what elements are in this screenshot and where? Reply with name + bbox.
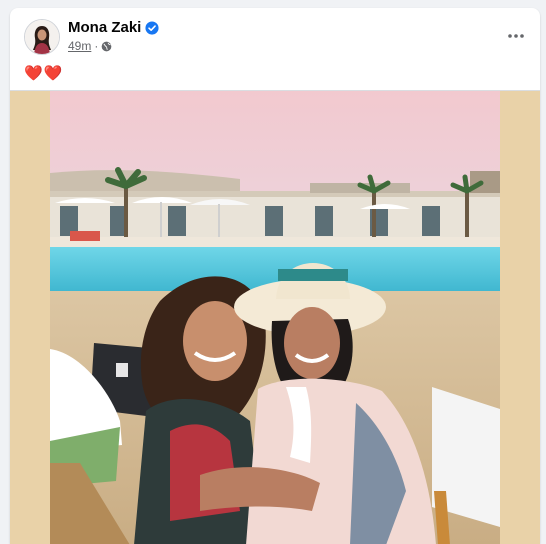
globe-icon[interactable] [101, 41, 112, 52]
post-caption: ❤️❤️ [24, 65, 64, 82]
more-options-button[interactable] [502, 22, 530, 50]
post-card: Mona Zaki 49m · ❤️❤️ [10, 8, 540, 544]
more-horizontal-icon [508, 34, 524, 38]
post-photo[interactable] [50, 91, 500, 544]
post-header: Mona Zaki 49m · [10, 8, 540, 64]
meta-separator: · [94, 39, 99, 53]
author-avatar[interactable] [24, 19, 60, 55]
author-name[interactable]: Mona Zaki [68, 19, 141, 36]
post-media[interactable] [10, 90, 540, 544]
post-meta: 49m · [68, 39, 112, 53]
author-block: Mona Zaki [68, 19, 159, 36]
verified-badge-icon [145, 20, 159, 35]
post-timestamp[interactable]: 49m [68, 39, 91, 53]
avatar-image [25, 20, 59, 54]
